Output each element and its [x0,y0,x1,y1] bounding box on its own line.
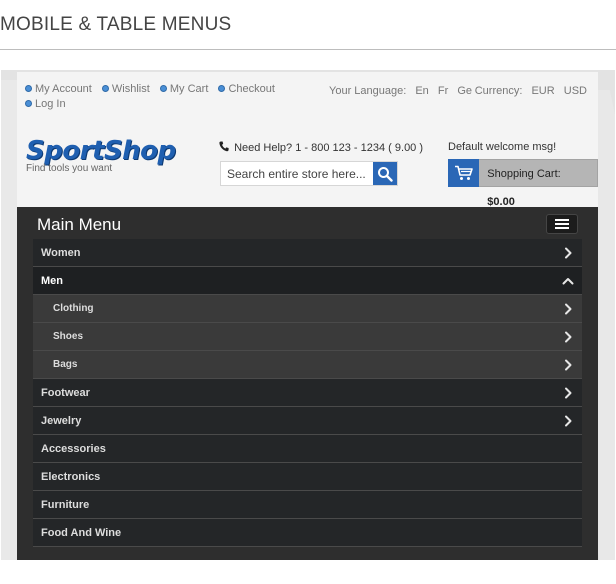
shop-preview: My Account Wishlist My Cart Checkout Log… [17,72,598,560]
logo-text: SportShop [26,136,176,166]
menu-item-label: Food And Wine [41,527,122,539]
language-switcher: Your Language: En Fr Ge [329,85,472,97]
menu-item-accessories[interactable]: Accessories [33,435,582,463]
currency-switcher: Currency: EUR USD [475,85,587,97]
chevron-right-icon [565,247,572,259]
shopping-cart-button[interactable]: Shopping Cart: $0.00 [448,159,598,208]
menu-item-label: Electronics [41,471,101,483]
help-text: Need Help? 1 - 800 123 - 1234 ( 9.00 ) [234,142,424,154]
site-logo[interactable]: SportShop Find tools you want [26,138,176,174]
chevron-right-icon [565,331,572,343]
search-icon [378,166,393,182]
bullet-icon [218,85,226,92]
search-input[interactable] [221,162,375,185]
currency-label: Currency: [474,85,523,97]
language-fr[interactable]: Fr [438,85,448,97]
menu-item-footwear[interactable]: Footwear [33,379,582,407]
language-label: Your Language: [329,85,407,97]
bullet-icon [101,85,109,92]
my-cart-link[interactable]: My Cart [159,83,208,95]
chevron-right-icon [565,359,572,371]
welcome-message: Default welcome msg! [448,141,557,153]
chevron-right-icon [565,303,572,315]
checkout-link[interactable]: Checkout [218,83,275,95]
language-en[interactable]: En [415,85,428,97]
menu-item-food-and-wine[interactable]: Food And Wine [33,519,582,547]
menu-item-clothing[interactable]: Clothing [33,295,582,323]
menu-item-label: Footwear [41,387,90,399]
language-ge[interactable]: Ge [457,85,472,97]
search-button[interactable] [373,162,397,185]
chevron-right-icon [565,415,572,427]
menu-item-jewelry[interactable]: Jewelry [33,407,582,435]
wishlist-link[interactable]: Wishlist [101,83,150,95]
menu-item-label: Furniture [41,499,90,511]
currency-usd[interactable]: USD [564,85,587,97]
menu-item-men[interactable]: Men [33,267,582,295]
page-heading: MOBILE & TABLE MENUS [0,14,232,35]
currency-eur[interactable]: EUR [531,85,554,97]
hamburger-menu-button[interactable] [546,214,578,234]
bullet-icon [25,100,32,107]
menu-item-label: Jewelry [41,415,82,427]
bullet-icon [159,85,167,92]
menu-item-label: Women [41,247,81,259]
bullet-icon [25,85,32,92]
menu-item-label: Accessories [41,443,106,455]
phone-icon [219,141,229,152]
cart-label-text: Shopping Cart: [487,168,561,180]
search-box [220,161,398,186]
menu-item-label: Bags [53,359,78,370]
help-line: Need Help? 1 - 800 123 - 1234 ( 9.00 ) [219,141,423,154]
my-account-link[interactable]: My Account [25,83,92,95]
menu-item-label: Shoes [53,331,84,342]
chevron-right-icon [565,387,572,399]
main-menu: Main Menu Women Men Clothing Shoes Bags Footw… [17,207,598,560]
top-links-row2: Log In [25,98,73,112]
cart-label: Shopping Cart: $0.00 [479,159,598,208]
cart-icon-box [448,159,480,187]
chevron-up-icon [562,278,574,285]
menu-item-furniture[interactable]: Furniture [33,491,582,519]
menu-item-label: Men [41,275,63,287]
menu-item-label: Clothing [53,303,94,314]
menu-item-women[interactable]: Women [33,239,582,267]
hamburger-icon [555,219,569,221]
cart-icon [454,165,473,180]
menu-item-electronics[interactable]: Electronics [33,463,582,491]
top-links: My Account Wishlist My Cart Checkout [25,83,325,97]
menu-item-shoes[interactable]: Shoes [33,323,582,351]
menu-item-bags[interactable]: Bags [33,351,582,379]
login-link[interactable]: Log In [25,98,66,110]
main-menu-title: Main Menu [37,215,122,234]
menu-list: Women Men Clothing Shoes Bags Footwear Jewelry… [33,239,582,547]
heading-divider [0,49,616,50]
